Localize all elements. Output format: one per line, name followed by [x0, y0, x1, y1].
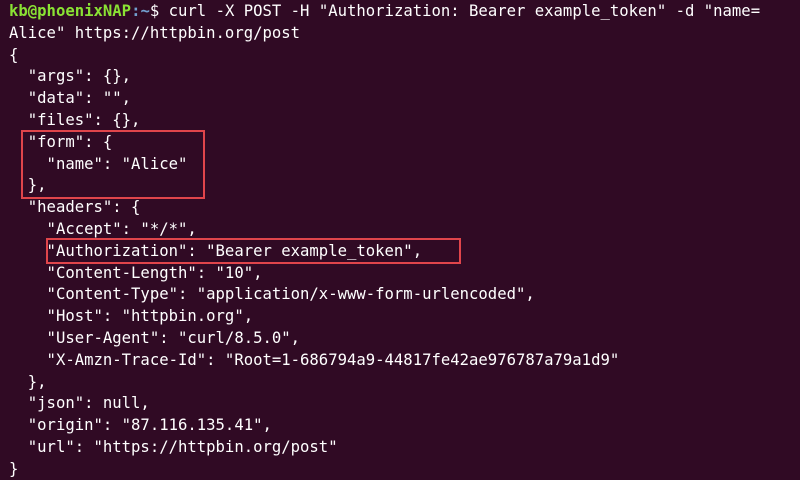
terminal-window[interactable]: kb@phoenixNAP:~$ curl -X POST -H "Author… [0, 0, 800, 480]
output-line: { [9, 45, 19, 64]
output-line: "data": "", [9, 89, 132, 108]
prompt-path: :~ [131, 2, 150, 20]
output-line: "json": null, [9, 394, 150, 413]
output-line: "origin": "87.116.135.41", [9, 416, 272, 435]
output-line: }, [9, 176, 47, 195]
output-line: "Accept": "*/*", [9, 219, 197, 238]
output-line: "Content-Type": "application/x-www-form-… [9, 285, 535, 304]
output-line: "headers": { [9, 198, 141, 217]
prompt-user-host: kb@phoenixNAP [9, 2, 132, 20]
output-line: "args": {}, [9, 67, 132, 86]
output-line: "X-Amzn-Trace-Id": "Root=1-686794a9-4481… [9, 350, 620, 369]
output-line: "Authorization": "Bearer example_token", [9, 241, 423, 260]
prompt-line: kb@phoenixNAP:~$ curl -X POST -H "Author… [9, 1, 800, 23]
prompt-symbol: $ [149, 2, 169, 20]
output-line: "Host": "httpbin.org", [9, 307, 254, 326]
output-line: "name": "Alice" [9, 154, 188, 173]
output-line: } [9, 459, 19, 478]
output-line: "url": "https://httpbin.org/post" [9, 437, 338, 456]
output-line: "files": {}, [9, 110, 141, 129]
output-line: }, [9, 372, 47, 391]
output-line: "form": { [9, 132, 113, 151]
command-continuation: Alice" https://httpbin.org/post [9, 23, 301, 42]
output-line: "User-Agent": "curl/8.5.0", [9, 328, 301, 347]
command-text: curl -X POST -H "Authorization: Bearer e… [168, 2, 761, 20]
output-line: "Content-Length": "10", [9, 263, 263, 282]
